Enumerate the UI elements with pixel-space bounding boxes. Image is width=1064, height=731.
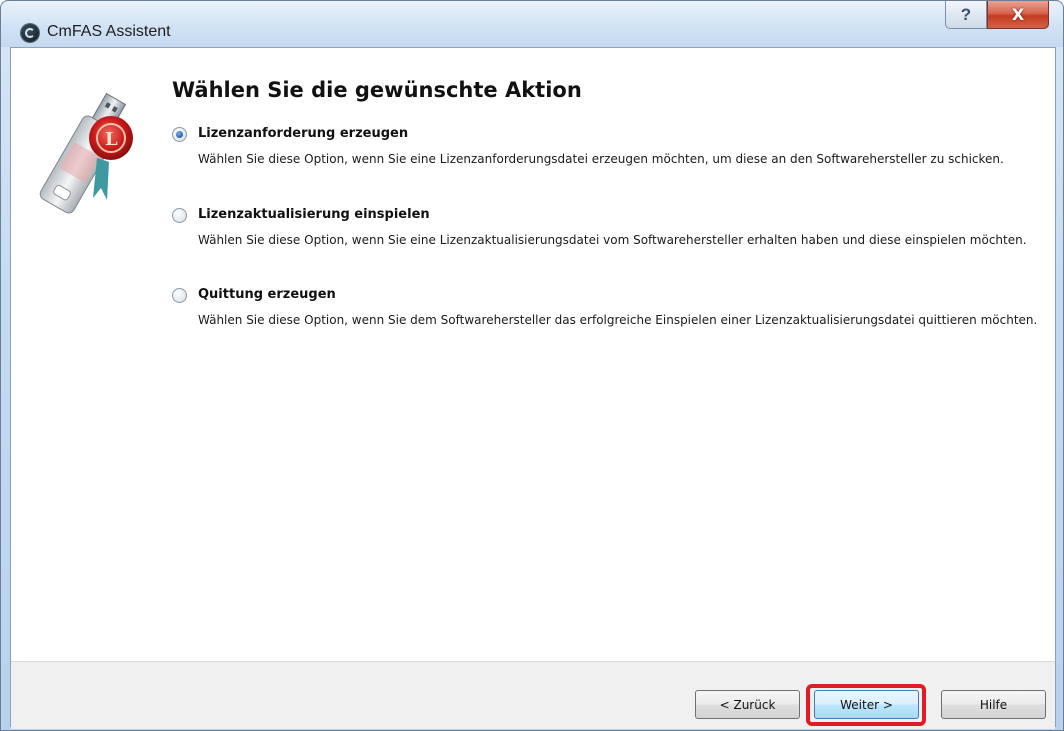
option-label-lizenzaktualisierung[interactable]: Lizenzaktualisierung einspielen <box>198 207 430 222</box>
wizard-client-area: L Wählen Sie die gewünschte Aktion Lizen… <box>10 47 1056 729</box>
radio-lizenzaktualisierung[interactable] <box>172 208 187 223</box>
close-button[interactable]: X <box>987 1 1049 29</box>
option-desc-lizenzanforderung: Wählen Sie diese Option, wenn Sie eine L… <box>198 152 1004 166</box>
option-desc-lizenzaktualisierung: Wählen Sie diese Option, wenn Sie eine L… <box>198 233 1027 247</box>
help-button[interactable]: Hilfe <box>941 690 1046 719</box>
option-label-lizenzanforderung[interactable]: Lizenzanforderung erzeugen <box>198 126 408 141</box>
wizard-page: L Wählen Sie die gewünschte Aktion Lizen… <box>11 48 1055 661</box>
title-bar: CmFAS Assistent ? X <box>1 1 1063 47</box>
assistant-window: CmFAS Assistent ? X L Wählen Sie die gew… <box>0 0 1064 731</box>
question-mark-icon: ? <box>960 4 972 24</box>
option-label-quittung[interactable]: Quittung erzeugen <box>198 287 336 302</box>
window-title: CmFAS Assistent <box>47 23 171 40</box>
back-button[interactable]: < Zurück <box>695 690 800 719</box>
title-help-button[interactable]: ? <box>945 1 987 29</box>
close-icon: X <box>1011 5 1025 24</box>
button-bar: < Zurück Weiter > Hilfe <box>11 661 1055 729</box>
next-button-highlight <box>806 684 926 726</box>
radio-quittung[interactable] <box>172 288 187 303</box>
option-desc-quittung: Wählen Sie diese Option, wenn Sie dem So… <box>198 313 1038 327</box>
cmfas-app-icon <box>21 24 39 42</box>
svg-text:L: L <box>105 129 118 150</box>
usb-license-icon: L <box>39 92 133 214</box>
radio-lizenzanforderung[interactable] <box>172 127 187 142</box>
page-heading: Wählen Sie die gewünschte Aktion <box>172 78 582 102</box>
